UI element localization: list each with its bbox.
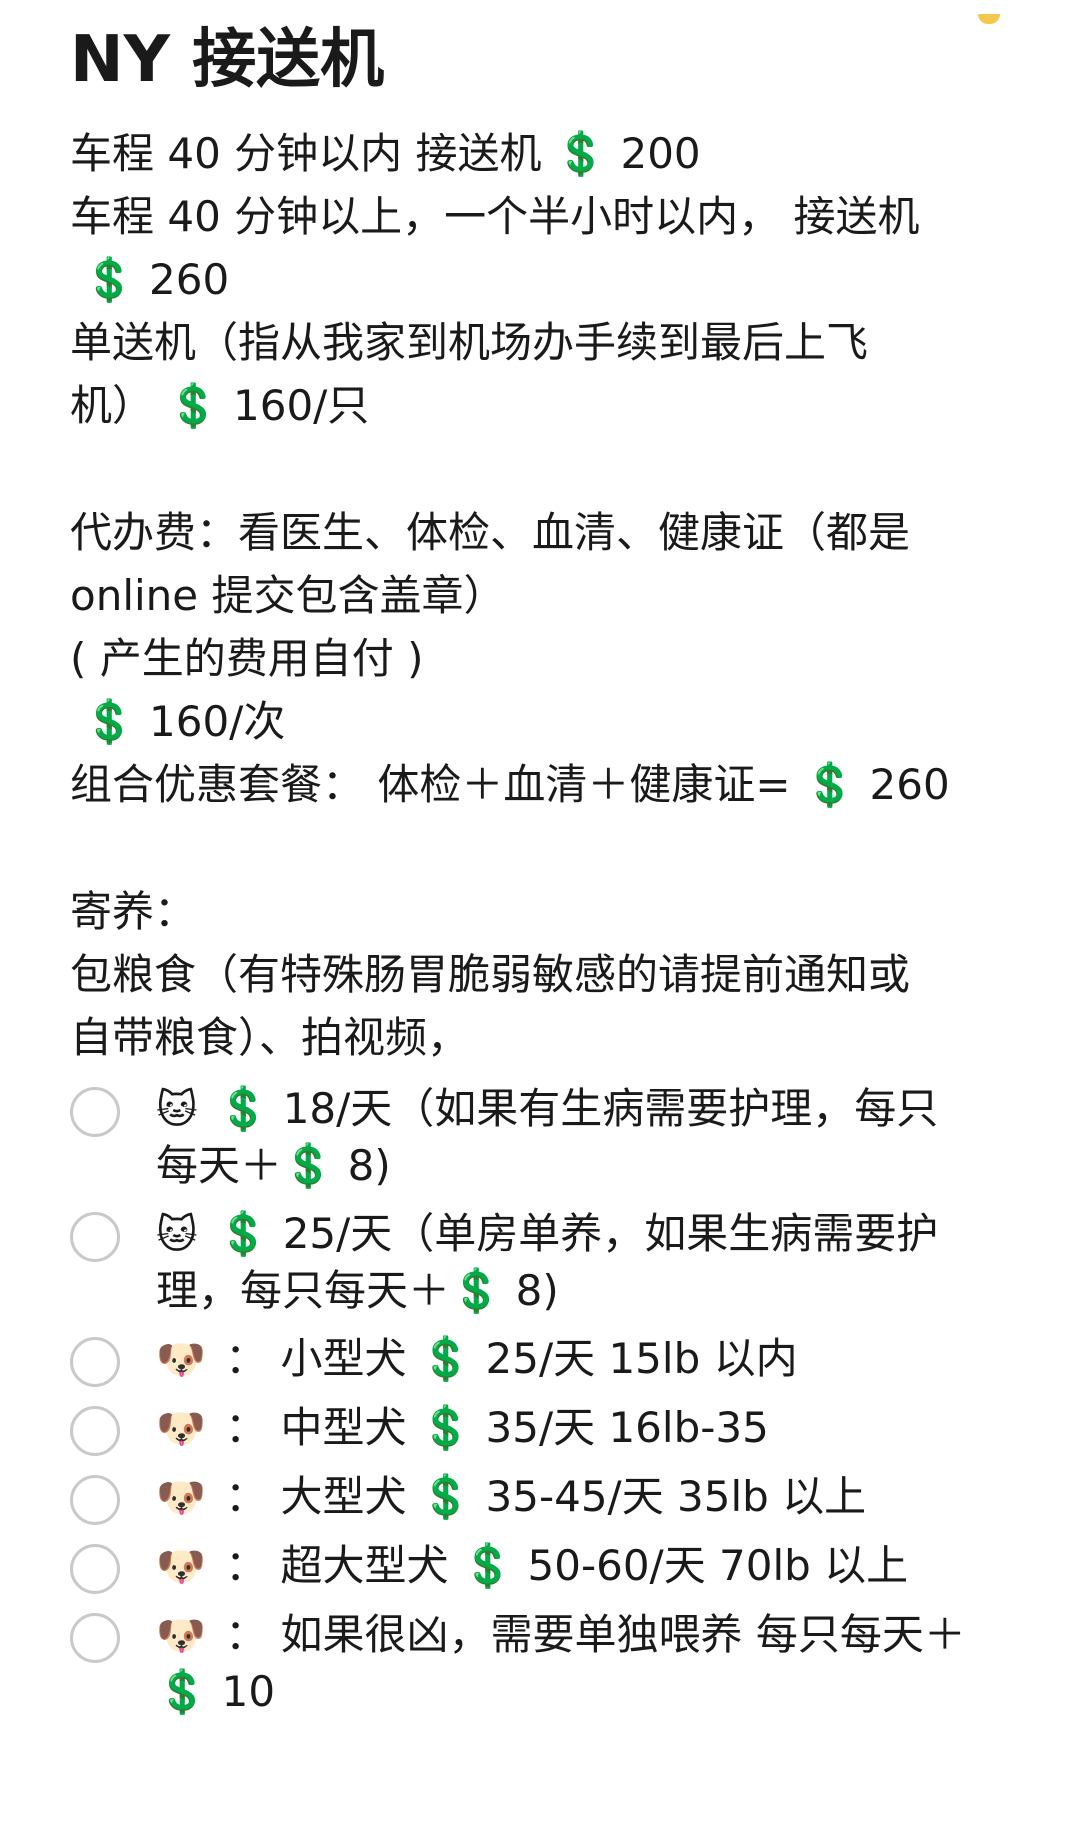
- todo-item: 🐶 ： 中型犬 💲 35/天 16lb-35: [70, 1400, 1000, 1457]
- todo-text: 🐶 ： 如果很凶，需要单独喂养 每只每天＋💲 10: [156, 1607, 976, 1720]
- todo-text: 🐶 ： 中型犬 💲 35/天 16lb-35: [156, 1400, 976, 1457]
- todo-checkbox[interactable]: [70, 1544, 120, 1594]
- todo-item: 🐱 💲 18/天（如果有生病需要护理，每只每天＋💲 8): [70, 1081, 1000, 1194]
- agency-line-2: online 提交包含盖章）: [70, 571, 506, 620]
- todo-label: ： 超大型犬 💲 50-60/天 70lb 以上: [225, 1541, 909, 1590]
- todo-item: 🐶 ： 超大型犬 💲 50-60/天 70lb 以上: [70, 1538, 1000, 1595]
- todo-label: ： 大型犬 💲 35-45/天 35lb 以上: [225, 1472, 867, 1521]
- todo-label: ： 中型犬 💲 35/天 16lb-35: [225, 1403, 769, 1452]
- todo-label: ： 小型犬 💲 25/天 15lb 以内: [225, 1334, 798, 1383]
- todo-checkbox[interactable]: [70, 1212, 120, 1262]
- todo-text: 🐶 ： 超大型犬 💲 50-60/天 70lb 以上: [156, 1538, 976, 1595]
- todo-checkbox[interactable]: [70, 1406, 120, 1456]
- boarding-desc-1: 包粮食（有特殊肠胃脆弱敏感的请提前通知或: [70, 950, 911, 999]
- dog-icon: 🐶: [156, 1337, 206, 1383]
- dog-icon: 🐶: [156, 1613, 206, 1659]
- dog-icon: 🐶: [156, 1475, 206, 1521]
- cat-icon: 🐱: [156, 1212, 198, 1258]
- agency-line-3: ( 产生的费用自付 ): [70, 634, 424, 683]
- todo-text: 🐶 ： 大型犬 💲 35-45/天 35lb 以上: [156, 1469, 976, 1526]
- transfer-line-2: 车程 40 分钟以上，一个半小时以内， 接送机: [70, 192, 920, 241]
- page-title: NY 接送机: [70, 23, 385, 97]
- todo-checkbox[interactable]: [70, 1613, 120, 1663]
- transfer-line-1: 车程 40 分钟以内 接送机 💲 200: [70, 129, 701, 178]
- todo-item: 🐶 ： 如果很凶，需要单独喂养 每只每天＋💲 10: [70, 1607, 1000, 1720]
- todo-label: 💲 18/天（如果有生病需要护理，每只每天＋💲 8): [156, 1084, 939, 1190]
- todo-checkbox[interactable]: [70, 1087, 120, 1137]
- note-page: NY 接送机 车程 40 分钟以内 接送机 💲 200 车程 40 分钟以上，一…: [70, 14, 1000, 1730]
- agency-line-5: 组合优惠套餐： 体检＋血清＋健康证= 💲 260: [70, 760, 950, 809]
- transfer-line-5: 机） 💲 160/只: [70, 381, 370, 430]
- dog-icon: 🐶: [156, 1406, 206, 1452]
- todo-text: 🐶 ： 小型犬 💲 25/天 15lb 以内: [156, 1331, 976, 1388]
- cat-icon: 🐱: [156, 1087, 198, 1133]
- agency-line-1: 代办费：看医生、体检、血清、健康证（都是: [70, 508, 911, 557]
- todo-text: 🐱 💲 25/天（单房单养，如果生病需要护理，每只每天＋💲 8): [156, 1206, 976, 1319]
- todo-text: 🐱 💲 18/天（如果有生病需要护理，每只每天＋💲 8): [156, 1081, 976, 1194]
- transfer-line-3: 💲 260: [70, 255, 230, 304]
- todo-checkbox[interactable]: [70, 1337, 120, 1387]
- todo-label: 💲 25/天（单房单养，如果生病需要护理，每只每天＋💲 8): [156, 1209, 939, 1315]
- todo-label: ： 如果很凶，需要单独喂养 每只每天＋💲 10: [156, 1610, 966, 1716]
- agency-line-4: 💲 160/次: [70, 697, 286, 746]
- todo-item: 🐶 ： 大型犬 💲 35-45/天 35lb 以上: [70, 1469, 1000, 1526]
- dog-icon: 🐶: [156, 1544, 206, 1590]
- todo-item: 🐶 ： 小型犬 💲 25/天 15lb 以内: [70, 1331, 1000, 1388]
- boarding-label: 寄养：: [70, 887, 197, 936]
- boarding-desc-2: 自带粮食）、拍视频，: [70, 1013, 470, 1062]
- transfer-line-4: 单送机（指从我家到机场办手续到最后上飞: [70, 318, 869, 367]
- todo-checkbox[interactable]: [70, 1475, 120, 1525]
- todo-item: 🐱 💲 25/天（单房单养，如果生病需要护理，每只每天＋💲 8): [70, 1206, 1000, 1319]
